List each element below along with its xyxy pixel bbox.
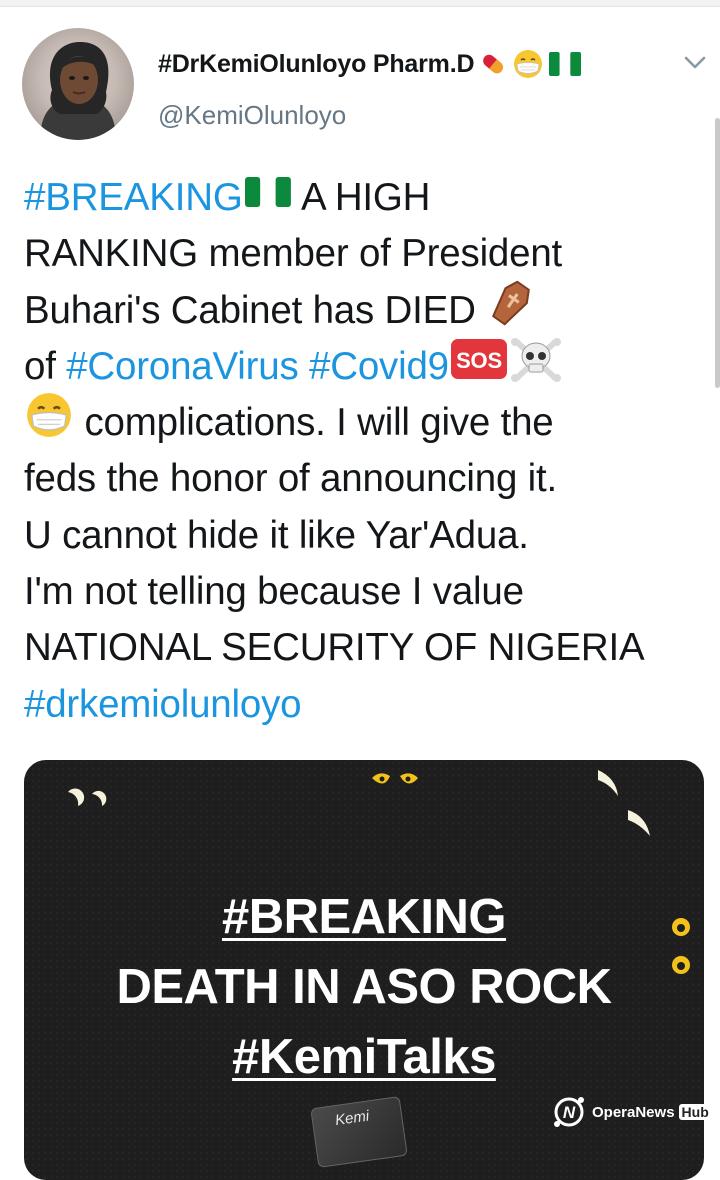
tweet-line: #BREAKING A HIGH — [24, 170, 714, 226]
tweet-line: U cannot hide it like Yar'Adua. — [24, 508, 714, 564]
tweet-line: RANKING member of President — [24, 226, 714, 282]
media-line-breaking: #BREAKING — [221, 890, 507, 944]
tweet-line: of #CoronaVirus #Covid9 SOS — [24, 337, 714, 397]
tweet-line: NATIONAL SECURITY OF NIGERIA — [24, 620, 714, 676]
watermark-hub: Hub — [678, 1104, 712, 1120]
scrollbar[interactable] — [715, 118, 720, 388]
tweet-line: complications. I will give the — [24, 393, 714, 451]
tweet-text-segment: complications. I will give the — [74, 401, 554, 445]
nigeria-flag-icon — [243, 170, 293, 226]
tweet-text-segment: RANKING member of President — [24, 232, 563, 276]
hashtag-link[interactable]: #Covid9 — [309, 339, 449, 395]
tweet-text-segment: of — [24, 344, 67, 388]
media-line-hashtag: #KemiTalks — [232, 1030, 496, 1084]
hashtag-link[interactable]: #drkemiolunloyo — [24, 677, 302, 733]
kemi-badge: Kemi — [310, 1096, 408, 1168]
display-name-row[interactable]: #DrKemiOlunloyo Pharm.D — [158, 44, 582, 84]
hashtag-link[interactable]: #BREAKING — [24, 170, 243, 226]
avatar-portrait-icon — [40, 42, 116, 140]
tweet-header: #DrKemiOlunloyo Pharm.D @KemiOlunloyo — [22, 28, 712, 148]
watermark-brand: OperaNews — [592, 1103, 675, 1121]
mask-face-icon — [512, 48, 544, 80]
media-caption: #BREAKING DEATH IN ASO ROCK #KemiTalks — [24, 882, 704, 1092]
tweet-line: Buhari's Cabinet has DIED — [24, 280, 714, 339]
display-name[interactable]: #DrKemiOlunloyo Pharm.D — [158, 50, 475, 79]
opera-news-logo-icon: N — [554, 1097, 584, 1127]
svg-text:SOS: SOS — [456, 348, 502, 373]
tweet-line: I'm not telling because I value — [24, 564, 714, 620]
hashtag-link[interactable]: #CoronaVirus — [66, 339, 299, 395]
tweet-line: #drkemiolunloyo — [24, 677, 714, 733]
more-options-button[interactable] — [680, 48, 710, 78]
user-handle[interactable]: @KemiOlunloyo — [158, 100, 346, 131]
svg-text:N: N — [563, 1103, 576, 1122]
tweet-text-segment: NATIONAL SECURITY OF NIGERIA — [24, 626, 645, 670]
opera-news-watermark: N OperaNews Hub — [550, 1092, 712, 1132]
chevron-down-icon — [684, 56, 706, 69]
tweet-text-segment: I'm not telling because I value — [24, 570, 524, 614]
skull-crossbones-icon — [509, 334, 563, 400]
avatar[interactable] — [22, 28, 134, 140]
top-divider — [0, 0, 720, 7]
sos-icon: SOS — [449, 337, 509, 397]
pill-icon — [478, 49, 508, 79]
tweet-text-segment — [299, 339, 310, 395]
tweet-text-segment: feds the honor of announcing it. — [24, 457, 557, 501]
mask-face-icon — [24, 390, 74, 456]
nigeria-flag-icon — [548, 51, 582, 77]
tweet-text-segment: Buhari's Cabinet has DIED — [24, 288, 487, 332]
tweet-line: feds the honor of announcing it. — [24, 451, 714, 507]
tweet-text: #BREAKING A HIGH RANKING member of Presid… — [24, 170, 714, 733]
tweet-text-segment: U cannot hide it like Yar'Adua. — [24, 513, 529, 557]
tweet-text-segment: A HIGH — [292, 176, 431, 219]
media-line-headline: DEATH IN ASO ROCK — [116, 960, 612, 1014]
